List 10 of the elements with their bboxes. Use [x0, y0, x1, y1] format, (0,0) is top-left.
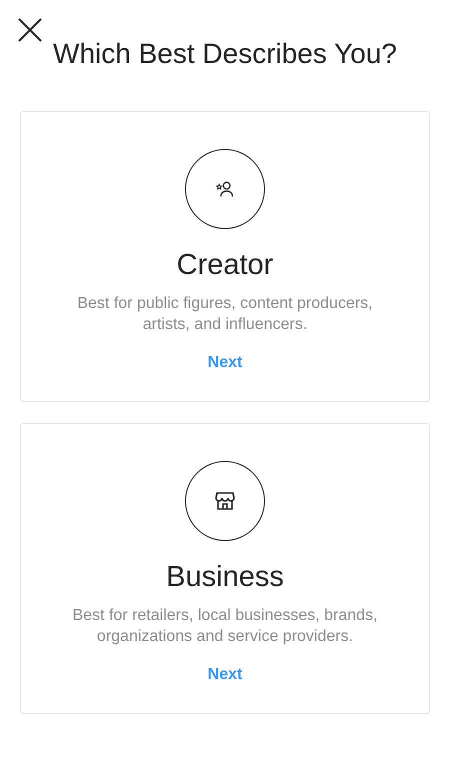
page-title: Which Best Describes You? — [53, 37, 397, 71]
next-link[interactable]: Next — [208, 351, 242, 375]
next-link[interactable]: Next — [208, 663, 242, 687]
option-description: Best for public figures, content producers, artists, and influencers. — [76, 294, 374, 335]
storefront-icon — [213, 489, 237, 513]
option-description: Best for retailers, local businesses, brands, organizations and service providers. — [71, 606, 379, 647]
person-star-icon — [215, 179, 235, 199]
close-button[interactable] — [17, 17, 43, 43]
option-title: Business — [166, 560, 284, 595]
option-title: Creator — [176, 248, 274, 283]
